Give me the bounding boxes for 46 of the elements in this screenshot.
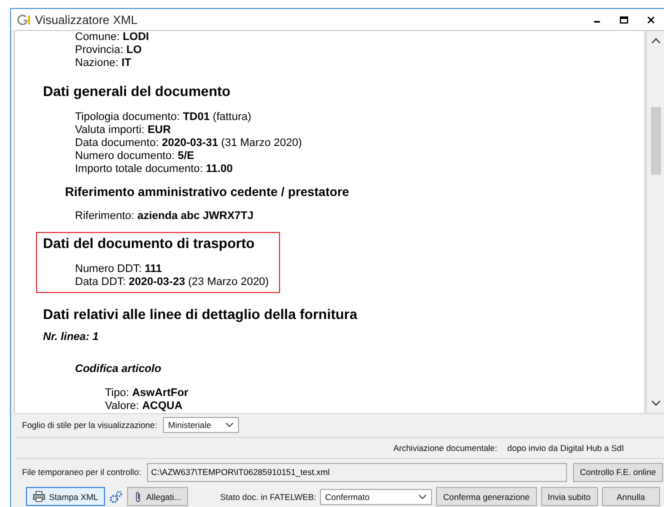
scrollbar[interactable] (647, 31, 664, 413)
line-label: Nr. linea: 1 (43, 331, 100, 343)
gears-icon[interactable] (109, 490, 124, 504)
dropdown-caret-icon (225, 422, 234, 428)
attachments-button[interactable]: Allegati... (127, 487, 188, 506)
online-check-button[interactable]: Controllo F.E. online (572, 462, 663, 482)
action-button[interactable]: Invia subito (540, 487, 598, 506)
close-icon[interactable] (646, 14, 656, 24)
field-text: Numero documento: 5/E (75, 150, 196, 163)
status-label: Stato doc. in FATELWEB: (220, 492, 316, 502)
archive-value: dopo invio da Digital Hub a SdI (507, 442, 624, 453)
stylesheet-label: Foglio di stile per la visualizzazione: (22, 420, 158, 430)
action-button[interactable]: Conferma generazione (436, 487, 537, 506)
action-button[interactable]: Annulla (602, 487, 660, 506)
subsection-heading: Riferimento amministrativo cedente / prestatore (64, 185, 350, 199)
field-text: Valore: ACQUA (105, 400, 184, 413)
field-text: Data documento: 2020-03-31 (31 Marzo 2020) (75, 137, 303, 150)
field-text: Tipologia documento: TD01 (fattura) (75, 111, 252, 124)
field-text: Tipo: AswArtFor (105, 387, 190, 400)
group-label: Codifica articolo (74, 363, 162, 375)
temp-file-label: File temporaneo per il controllo: (22, 467, 142, 478)
field-text: Comune: LODI (75, 31, 150, 44)
field-text: Valuta importi: EUR (75, 124, 172, 137)
window-title: Visualizzatore XML (35, 12, 138, 26)
field-text: Importo totale documento: 11.00 (75, 163, 234, 176)
stylesheet-dropdown[interactable]: Ministeriale (163, 417, 240, 434)
logo-icon (17, 14, 31, 26)
status-dropdown[interactable]: Confermato (320, 488, 432, 505)
section-heading: Dati generali del documento (43, 83, 232, 99)
field-text: Nazione: IT (75, 57, 132, 70)
scrollbar-thumb[interactable] (650, 107, 660, 175)
maximize-icon[interactable] (619, 14, 629, 24)
print-xml-button[interactable]: Stampa XML (26, 487, 106, 506)
field-text: Riferimento: azienda abc JWRX7TJ (75, 210, 255, 223)
printer-icon (33, 491, 45, 502)
archive-label: Archiviazione documentale: (393, 442, 498, 453)
field-text: Provincia: LO (75, 44, 143, 57)
dropdown-caret-icon (418, 494, 428, 500)
paperclip-icon (134, 490, 142, 503)
field-text: Numero DDT: 111 (75, 263, 163, 276)
scroll-up-icon[interactable] (650, 37, 660, 45)
file-path-field[interactable]: C:\AZW637\TEMPOR\IT06285910151_test.xml (147, 462, 567, 482)
section-heading: Dati del documento di trasporto (43, 235, 256, 251)
scroll-down-icon[interactable] (650, 399, 660, 407)
section-heading: Dati relativi alle linee di dettaglio della fornitura (43, 306, 358, 322)
field-text: Data DDT: 2020-03-23 (23 Marzo 2020) (75, 276, 269, 289)
